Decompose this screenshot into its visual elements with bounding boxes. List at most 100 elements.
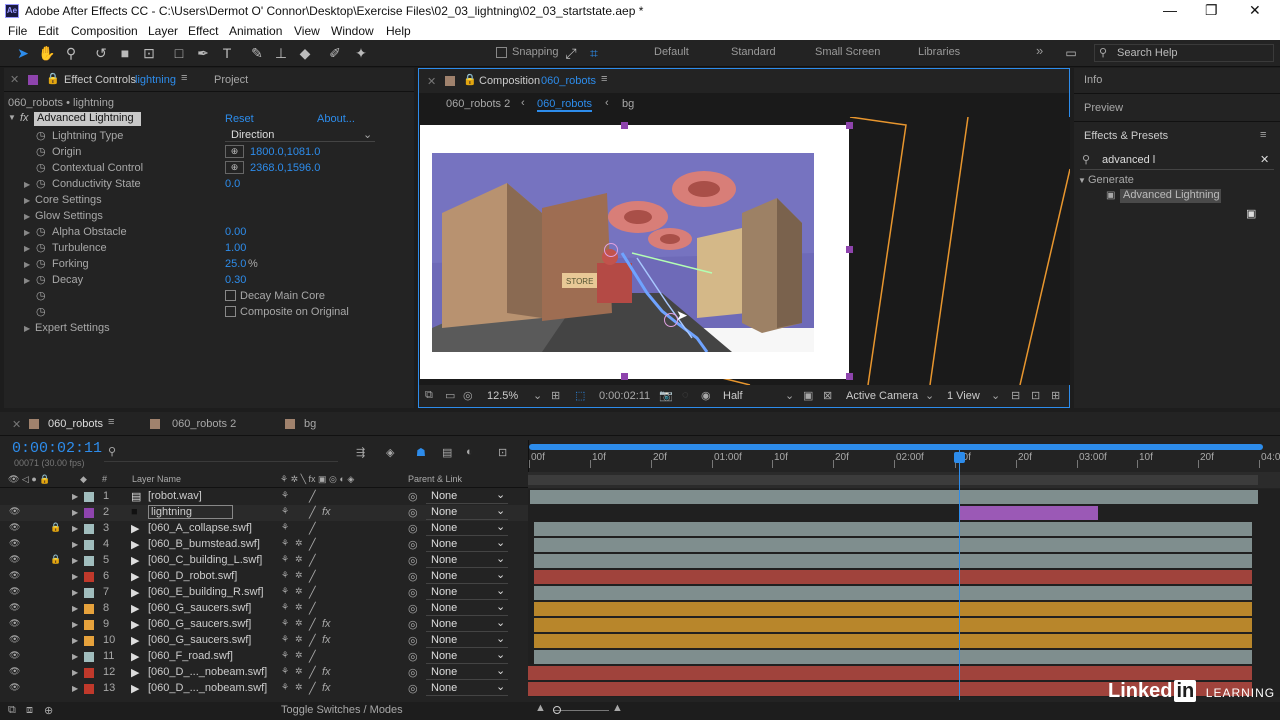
- effects-search-field[interactable]: ⚲ advanced l ✕: [1080, 152, 1274, 170]
- collapse-switch-icon[interactable]: ✲: [295, 538, 303, 549]
- current-time-display[interactable]: 0:00:02:11: [599, 390, 650, 402]
- prop-expert-settings[interactable]: Expert Settings: [35, 322, 110, 334]
- pen-tool-icon[interactable]: ✒: [194, 44, 212, 62]
- graph-editor-icon[interactable]: ⊡: [498, 446, 507, 459]
- layer-name[interactable]: [060_G_saucers.swf]: [148, 602, 251, 614]
- shy-switch-icon[interactable]: ⚘: [281, 586, 289, 597]
- prop-core-settings[interactable]: Core Settings: [35, 194, 102, 206]
- layer-duration-bar[interactable]: [534, 650, 1252, 664]
- pickwhip-icon[interactable]: ◎: [408, 538, 418, 551]
- quality-switch-icon[interactable]: ╱: [309, 666, 316, 679]
- layer-duration-bar[interactable]: [530, 490, 1258, 504]
- effect-name[interactable]: Advanced Lightning: [34, 112, 141, 126]
- 3d-view-icon[interactable]: ⊠: [823, 389, 832, 402]
- navigator-range[interactable]: [528, 475, 1258, 485]
- collapse-switch-icon[interactable]: ✲: [295, 570, 303, 581]
- lock-icon[interactable]: 🔒: [50, 522, 61, 533]
- composition-name[interactable]: 060_robots: [541, 75, 596, 87]
- close-button[interactable]: ✕: [1249, 2, 1261, 19]
- stopwatch-icon[interactable]: ◷: [36, 289, 46, 302]
- bbox-handle[interactable]: [846, 246, 853, 253]
- panel-menu-icon[interactable]: ≡: [601, 73, 607, 85]
- search-panel-toggle-icon[interactable]: ▭: [1062, 44, 1080, 62]
- collapse-switch-icon[interactable]: ✲: [295, 666, 303, 677]
- pickwhip-icon[interactable]: ◎: [408, 522, 418, 535]
- eye-icon[interactable]: 👁: [9, 538, 20, 549]
- quality-switch-icon[interactable]: ╱: [309, 586, 316, 599]
- pickwhip-icon[interactable]: ◎: [408, 618, 418, 631]
- menu-animation[interactable]: Animation: [229, 24, 282, 38]
- panel-menu-icon[interactable]: ≡: [181, 72, 187, 84]
- parent-dropdown[interactable]: None ⌄: [426, 665, 508, 680]
- shy-layers-icon[interactable]: ☗: [416, 446, 426, 459]
- quality-switch-icon[interactable]: ╱: [309, 682, 316, 695]
- quality-switch-icon[interactable]: ╱: [309, 650, 316, 663]
- draft-3d-icon[interactable]: ◈: [386, 446, 394, 459]
- lightning-type-dropdown[interactable]: Direction ⌄: [225, 128, 375, 142]
- layer-name[interactable]: [060_D_robot.swf]: [148, 570, 237, 582]
- layer-row[interactable]: 👁 ▶ 2 ■ lightning ⚘ ╱ fx ◎ None ⌄: [0, 505, 528, 521]
- zoom-tool-icon[interactable]: ⚲: [62, 44, 80, 62]
- fx-switch-icon[interactable]: fx: [322, 618, 331, 630]
- layer-row[interactable]: 👁 ▶ 11 ▶ [060_F_road.swf] ⚘ ✲ ╱ ◎ None ⌄: [0, 649, 528, 665]
- close-tab-icon[interactable]: ✕: [12, 418, 21, 431]
- motion-blur-icon[interactable]: ◐: [466, 446, 473, 458]
- pickwhip-icon[interactable]: ◎: [408, 602, 418, 615]
- expand-triangle[interactable]: ▶: [24, 244, 30, 253]
- clear-search-icon[interactable]: ✕: [1260, 153, 1269, 166]
- expand-triangle[interactable]: ▶: [72, 492, 78, 501]
- snap-features-icon[interactable]: ⌗: [585, 44, 603, 62]
- fx-switch-icon[interactable]: fx: [322, 506, 331, 518]
- layer-duration-bar[interactable]: [959, 506, 1098, 520]
- always-preview-icon[interactable]: ⧉: [425, 389, 433, 402]
- menu-edit[interactable]: Edit: [38, 24, 59, 38]
- layer-row[interactable]: 👁 ▶ 10 ▶ [060_G_saucers.swf] ⚘ ✲ ╱ fx ◎ None ⌄: [0, 633, 528, 649]
- shy-switch-icon[interactable]: ⚘: [281, 506, 289, 517]
- origin-point-handle[interactable]: [604, 243, 618, 257]
- shy-switch-icon[interactable]: ⚘: [281, 618, 289, 629]
- panel-menu-icon[interactable]: ≡: [108, 416, 114, 428]
- menu-view[interactable]: View: [294, 24, 320, 38]
- decay-value[interactable]: 0.30: [225, 274, 246, 286]
- layer-label-color[interactable]: [84, 508, 94, 518]
- toggle-pixel-aspect-icon[interactable]: ⊟: [1011, 389, 1020, 402]
- menu-effect[interactable]: Effect: [188, 24, 218, 38]
- prop-glow-settings[interactable]: Glow Settings: [35, 210, 103, 222]
- effect-expand-triangle[interactable]: ▼: [8, 113, 16, 122]
- layer-row[interactable]: 👁 ▶ 7 ▶ [060_E_building_R.swf] ⚘ ✲ ╱ ◎ None ⌄: [0, 585, 528, 601]
- close-tab-icon[interactable]: ✕: [10, 73, 19, 86]
- expand-triangle[interactable]: ▶: [24, 180, 30, 189]
- pickwhip-icon[interactable]: ◎: [408, 506, 418, 519]
- parent-dropdown[interactable]: None ⌄: [426, 489, 508, 504]
- info-panel-header[interactable]: Info: [1074, 68, 1280, 94]
- fx-switch-icon[interactable]: fx: [322, 634, 331, 646]
- layer-label-color[interactable]: [84, 540, 94, 550]
- shy-switch-icon[interactable]: ⚘: [281, 682, 289, 693]
- menu-composition[interactable]: Composition: [71, 24, 138, 38]
- stopwatch-icon[interactable]: ◷: [36, 129, 46, 142]
- type-tool-icon[interactable]: T: [218, 44, 236, 62]
- expand-triangle[interactable]: ▶: [72, 588, 78, 597]
- layer-label-color[interactable]: [84, 668, 94, 678]
- puppet-tool-icon[interactable]: ✦: [352, 44, 370, 62]
- collapse-switch-icon[interactable]: ✲: [295, 650, 303, 661]
- layer-label-color[interactable]: [84, 604, 94, 614]
- panel-menu-icon[interactable]: ≡: [1260, 129, 1266, 141]
- parent-dropdown[interactable]: None ⌄: [426, 569, 508, 584]
- layer-name[interactable]: [060_B_bumstead.swf]: [148, 538, 260, 550]
- layer-label-color[interactable]: [84, 556, 94, 566]
- workspace-small-screen[interactable]: Small Screen: [815, 46, 880, 58]
- layer-duration-bar[interactable]: [528, 666, 1252, 680]
- crosshair-icon[interactable]: ⊕: [225, 145, 244, 158]
- expand-triangle[interactable]: ▶: [72, 524, 78, 533]
- layer-name[interactable]: [060_F_road.swf]: [148, 650, 233, 662]
- layer-label-color[interactable]: [84, 652, 94, 662]
- lock-icon[interactable]: 🔒: [46, 72, 60, 85]
- expand-triangle[interactable]: ▶: [72, 668, 78, 677]
- show-snapshot-icon[interactable]: ◌: [682, 389, 689, 401]
- pickwhip-icon[interactable]: ◎: [408, 490, 418, 503]
- crosshair-icon[interactable]: ⊕: [225, 161, 244, 174]
- workspace-libraries[interactable]: Libraries: [918, 46, 960, 58]
- work-area-bar[interactable]: [529, 444, 1263, 450]
- current-time-indicator-head[interactable]: [954, 452, 965, 463]
